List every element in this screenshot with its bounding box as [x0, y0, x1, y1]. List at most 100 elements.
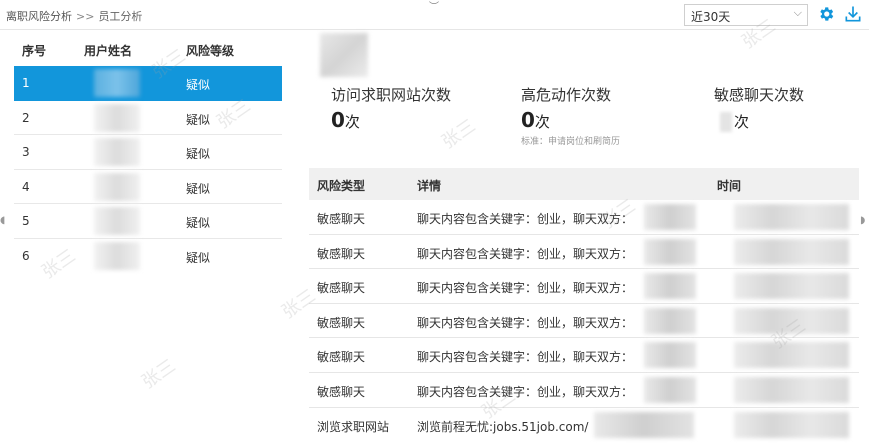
- stat-value: 0次: [521, 108, 620, 132]
- table-row[interactable]: 敏感聊天 聊天内容包含关键字：创业，聊天双方：: [309, 235, 859, 270]
- stat-value: 0次: [331, 108, 451, 132]
- row-risk: 疑似: [186, 181, 211, 196]
- cell-detail: 聊天内容包含关键字：创业，聊天双方：: [417, 384, 634, 399]
- row-risk: 疑似: [186, 250, 211, 265]
- redacted-name: [94, 241, 140, 270]
- employee-row[interactable]: 3 疑似: [14, 135, 282, 170]
- right-edge-handle-icon[interactable]: ◗: [860, 215, 865, 226]
- cell-type: 敏感聊天: [317, 281, 366, 296]
- employee-row[interactable]: 1 疑似: [14, 66, 282, 101]
- left-edge-handle-icon[interactable]: ◖: [0, 215, 5, 226]
- column-header-risk: 风险等级: [186, 44, 235, 58]
- download-icon[interactable]: [843, 4, 863, 24]
- row-risk: 疑似: [186, 112, 211, 127]
- table-row[interactable]: 敏感聊天 聊天内容包含关键字：创业，聊天双方：: [309, 373, 859, 408]
- cell-type: 敏感聊天: [317, 315, 366, 330]
- column-header-index: 序号: [22, 44, 47, 58]
- table-row[interactable]: 敏感聊天 聊天内容包含关键字：创业，聊天双方：: [309, 200, 859, 235]
- row-index: 4: [22, 179, 30, 194]
- employee-row[interactable]: 5 疑似: [14, 204, 282, 239]
- time-range-select[interactable]: 近30天 ⌵: [684, 4, 808, 26]
- stat-note: 标准：申请岗位和刷简历: [521, 137, 621, 147]
- column-header-detail: 详情: [417, 179, 442, 193]
- breadcrumb-separator: >>: [76, 10, 95, 23]
- row-risk: 疑似: [186, 78, 211, 92]
- redacted-url: [594, 411, 694, 438]
- redacted-time: [734, 376, 849, 403]
- table-row[interactable]: 浏览求职网站 浏览前程无忧:jobs.51job.com/: [309, 408, 859, 443]
- stat-job-site-visits: 访问求职网站次数 0次: [331, 84, 451, 132]
- redacted-name: [94, 103, 140, 132]
- stat-label: 高危动作次数: [521, 86, 612, 104]
- risk-detail-table: 风险类型 详情 时间 敏感聊天 聊天内容包含关键字：创业，聊天双方： 敏感聊天 …: [309, 168, 859, 442]
- redacted-name: [94, 172, 140, 201]
- redacted-name: [94, 207, 140, 235]
- redacted-party: [644, 204, 696, 230]
- employee-row[interactable]: 4 疑似: [14, 170, 282, 204]
- redacted-value: [720, 111, 732, 132]
- stat-label: 敏感聊天次数: [714, 86, 805, 104]
- redacted-party: [644, 238, 696, 265]
- employee-list: 序号 用户姓名 风险等级 1 疑似 2 疑似 3 疑似 4 疑似 5 疑似 6 …: [14, 36, 282, 273]
- row-index: 3: [22, 145, 30, 159]
- cell-type: 敏感聊天: [317, 212, 366, 226]
- collapse-handle-icon[interactable]: ︶: [429, 0, 439, 13]
- redacted-party: [644, 342, 696, 369]
- cell-type: 敏感聊天: [317, 350, 366, 365]
- redacted-party: [644, 307, 696, 334]
- table-row[interactable]: 敏感聊天 聊天内容包含关键字：创业，聊天双方：: [309, 304, 859, 339]
- cell-detail: 聊天内容包含关键字：创业，聊天双方：: [417, 315, 634, 330]
- cell-detail: 浏览前程无忧:jobs.51job.com/: [417, 419, 589, 434]
- cell-type: 浏览求职网站: [317, 419, 390, 434]
- stat-label: 访问求职网站次数: [331, 86, 452, 104]
- stat-high-risk-actions: 高危动作次数 0次 标准：申请岗位和刷简历: [521, 84, 620, 147]
- chevron-down-icon: ⌵: [793, 6, 802, 19]
- redacted-time: [734, 273, 849, 300]
- stat-number: 0: [331, 108, 345, 132]
- stat-number: 0: [521, 108, 535, 132]
- stat-unit: 次: [734, 113, 750, 131]
- row-index: 6: [22, 248, 30, 263]
- column-header-name: 用户姓名: [84, 44, 133, 58]
- stat-value: 次: [714, 108, 804, 132]
- table-row[interactable]: 敏感聊天 聊天内容包含关键字：创业，聊天双方：: [309, 338, 859, 373]
- cell-detail: 聊天内容包含关键字：创业，聊天双方：: [417, 350, 634, 365]
- redacted-time: [734, 238, 849, 265]
- cell-type: 敏感聊天: [317, 246, 366, 261]
- table-row[interactable]: 敏感聊天 聊天内容包含关键字：创业，聊天双方：: [309, 269, 859, 304]
- redacted-name: [94, 138, 140, 166]
- row-index: 2: [22, 110, 30, 125]
- row-risk: 疑似: [186, 147, 211, 161]
- cell-detail: 聊天内容包含关键字：创业，聊天双方：: [417, 212, 634, 226]
- row-index: 5: [22, 214, 30, 228]
- time-range-value: 近30天: [691, 10, 731, 24]
- cell-detail: 聊天内容包含关键字：创业，聊天双方：: [417, 246, 634, 261]
- column-header-time: 时间: [717, 179, 742, 193]
- breadcrumb-current: 员工分析: [98, 10, 143, 23]
- cell-type: 敏感聊天: [317, 384, 366, 399]
- gear-icon[interactable]: [817, 5, 835, 23]
- breadcrumb: 离职风险分析 >> 员工分析: [6, 8, 142, 24]
- top-bar: 离职风险分析 >> 员工分析 ︶ 近30天 ⌵: [0, 0, 869, 30]
- column-header-type: 风险类型: [317, 179, 366, 193]
- stat-unit: 次: [344, 113, 360, 131]
- row-index: 1: [22, 76, 30, 90]
- employee-row[interactable]: 6 疑似: [14, 239, 282, 274]
- stat-sensitive-chats: 敏感聊天次数 次: [714, 84, 804, 132]
- employee-row[interactable]: 2 疑似: [14, 101, 282, 135]
- breadcrumb-parent[interactable]: 离职风险分析: [6, 10, 72, 23]
- redacted-party: [644, 273, 696, 300]
- cell-detail: 聊天内容包含关键字：创业，聊天双方：: [417, 281, 634, 296]
- risk-detail-header: 风险类型 详情 时间: [309, 168, 859, 200]
- stat-unit: 次: [534, 113, 550, 131]
- redacted-avatar: [320, 33, 368, 77]
- employee-list-header: 序号 用户姓名 风险等级: [14, 36, 282, 66]
- redacted-party: [644, 376, 696, 403]
- redacted-name: [94, 69, 140, 97]
- redacted-time: [734, 204, 849, 230]
- redacted-time: [734, 411, 849, 438]
- watermark: 张三: [138, 355, 180, 394]
- row-risk: 疑似: [186, 216, 211, 230]
- redacted-time: [734, 307, 849, 334]
- redacted-time: [734, 342, 849, 369]
